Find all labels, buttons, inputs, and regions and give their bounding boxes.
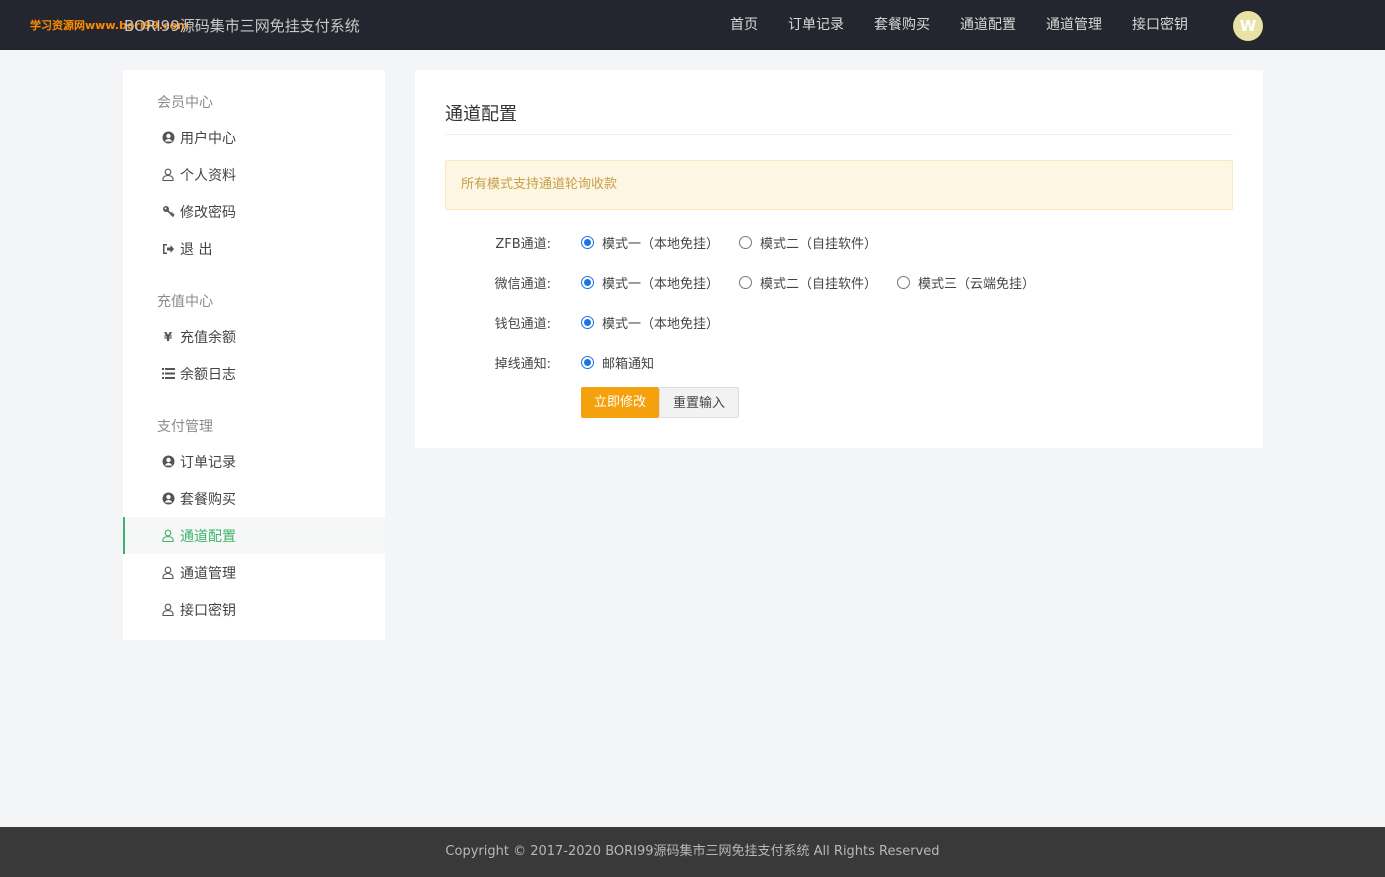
radio-wechat-mode1[interactable]: 模式一（本地免挂） <box>581 273 719 292</box>
nav-orders[interactable]: 订单记录 <box>773 0 859 50</box>
radio-control[interactable] <box>581 355 594 369</box>
sidebar-item-change-password[interactable]: 修改密码 <box>123 193 385 230</box>
user-circle-icon <box>161 492 175 506</box>
sidebar-item-api-key[interactable]: 接口密钥 <box>123 591 385 628</box>
sidebar-group-member: 会员中心 <box>157 95 213 111</box>
nav-channel-config[interactable]: 通道配置 <box>945 0 1031 50</box>
sign-out-icon <box>161 242 175 256</box>
nav-packages[interactable]: 套餐购买 <box>859 0 945 50</box>
radio-label: 模式一（本地免挂） <box>602 236 720 252</box>
title-divider <box>445 134 1233 135</box>
sidebar-item-label: 用户中心 <box>180 130 236 147</box>
radio-control[interactable] <box>739 235 753 249</box>
radio-control[interactable] <box>581 235 594 249</box>
site-brand[interactable]: BORI99源码集市三网免挂支付系统 <box>124 15 360 36</box>
sidebar-item-label: 订单记录 <box>180 454 236 471</box>
radio-label: 模式三（云端免挂） <box>918 276 1036 292</box>
radio-wechat-mode3[interactable]: 模式三（云端免挂） <box>897 273 1035 292</box>
top-nav: 首页 订单记录 套餐购买 通道配置 通道管理 接口密钥 <box>715 0 1203 50</box>
sidebar-item-label: 退 出 <box>180 241 213 258</box>
reset-button[interactable]: 重置输入 <box>659 387 740 418</box>
user-circle-icon <box>161 131 175 145</box>
radio-zfb-mode1[interactable]: 模式一（本地免挂） <box>581 233 719 252</box>
sidebar-item-orders[interactable]: 订单记录 <box>123 443 385 480</box>
sidebar-item-packages[interactable]: 套餐购买 <box>123 480 385 517</box>
user-icon <box>161 168 175 182</box>
radio-group-wallet: 模式一（本地免挂） <box>581 313 739 332</box>
list-icon <box>161 367 175 381</box>
submit-button[interactable]: 立即修改 <box>581 387 660 418</box>
radio-control[interactable] <box>581 315 594 329</box>
form-row-wallet: 钱包通道: 模式一（本地免挂） <box>445 307 1245 337</box>
sidebar-item-logout[interactable]: 退 出 <box>123 230 385 267</box>
form-row-offline-notify: 掉线通知: 邮箱通知 <box>445 347 1245 377</box>
sidebar: 会员中心 用户中心 个人资料 修改密码 退 出 充值中心 ¥ 充值余额 余额日志… <box>123 70 385 640</box>
sidebar-item-label: 套餐购买 <box>180 491 236 508</box>
radio-label: 模式一（本地免挂） <box>602 316 720 332</box>
sidebar-item-label: 通道管理 <box>180 565 236 582</box>
radio-email-notify[interactable]: 邮箱通知 <box>581 353 654 372</box>
channel-config-card: 通道配置 所有模式支持通道轮询收款 ZFB通道: 模式一（本地免挂） 模式二（自… <box>415 70 1263 448</box>
nav-home[interactable]: 首页 <box>715 0 773 50</box>
page-title: 通道配置 <box>445 104 517 125</box>
notice-banner: 所有模式支持通道轮询收款 <box>445 160 1233 210</box>
radio-zfb-mode2[interactable]: 模式二（自挂软件） <box>739 233 877 252</box>
yen-icon: ¥ <box>163 329 173 344</box>
sidebar-item-label: 余额日志 <box>180 366 236 383</box>
sidebar-item-label: 接口密钥 <box>180 602 236 619</box>
sidebar-item-user-center[interactable]: 用户中心 <box>123 119 385 156</box>
user-icon <box>161 529 175 543</box>
form-row-wechat: 微信通道: 模式一（本地免挂） 模式二（自挂软件） 模式三（云端免挂） <box>445 267 1245 297</box>
sidebar-item-label: 修改密码 <box>180 204 236 221</box>
sidebar-item-label: 通道配置 <box>180 528 236 545</box>
sidebar-item-recharge[interactable]: ¥ 充值余额 <box>123 318 385 355</box>
radio-control[interactable] <box>897 275 911 289</box>
radio-label: 模式一（本地免挂） <box>602 276 720 292</box>
nav-api-key[interactable]: 接口密钥 <box>1117 0 1203 50</box>
form-row-zfb: ZFB通道: 模式一（本地免挂） 模式二（自挂软件） <box>445 227 1245 257</box>
radio-group-wechat: 模式一（本地免挂） 模式二（自挂软件） 模式三（云端免挂） <box>581 273 1055 292</box>
footer: Copyright © 2017-2020 BORI99源码集市三网免挂支付系统… <box>0 827 1385 877</box>
sidebar-item-balance-log[interactable]: 余额日志 <box>123 355 385 392</box>
radio-wallet-mode1[interactable]: 模式一（本地免挂） <box>581 313 719 332</box>
copyright-text: Copyright © 2017-2020 BORI99源码集市三网免挂支付系统… <box>445 844 940 859</box>
radio-label: 邮箱通知 <box>602 356 655 372</box>
form-label: 掉线通知: <box>494 356 551 372</box>
sidebar-item-label: 个人资料 <box>180 167 236 184</box>
top-navbar: 学习资源网www.bori99.com BORI99源码集市三网免挂支付系统 首… <box>0 0 1385 50</box>
radio-group-notify: 邮箱通知 <box>581 353 674 372</box>
radio-control[interactable] <box>739 275 753 289</box>
sidebar-group-recharge: 充值中心 <box>157 294 213 310</box>
sidebar-item-channel-manage[interactable]: 通道管理 <box>123 554 385 591</box>
radio-wechat-mode2[interactable]: 模式二（自挂软件） <box>739 273 877 292</box>
user-circle-icon <box>161 455 175 469</box>
nav-channel-manage[interactable]: 通道管理 <box>1031 0 1117 50</box>
user-icon <box>161 603 175 617</box>
key-icon <box>161 205 175 219</box>
radio-label: 模式二（自挂软件） <box>760 276 878 292</box>
form-label: 微信通道: <box>494 276 551 292</box>
avatar[interactable]: W <box>1233 11 1263 41</box>
radio-group-zfb: 模式一（本地免挂） 模式二（自挂软件） <box>581 233 897 252</box>
sidebar-item-profile[interactable]: 个人资料 <box>123 156 385 193</box>
form-label: ZFB通道: <box>495 236 551 252</box>
sidebar-item-channel-config[interactable]: 通道配置 <box>123 517 385 554</box>
radio-control[interactable] <box>581 275 594 289</box>
radio-label: 模式二（自挂软件） <box>760 236 878 252</box>
user-icon <box>161 566 175 580</box>
form-label: 钱包通道: <box>494 316 551 332</box>
sidebar-item-label: 充值余额 <box>180 329 236 346</box>
sidebar-group-payment: 支付管理 <box>157 419 213 435</box>
